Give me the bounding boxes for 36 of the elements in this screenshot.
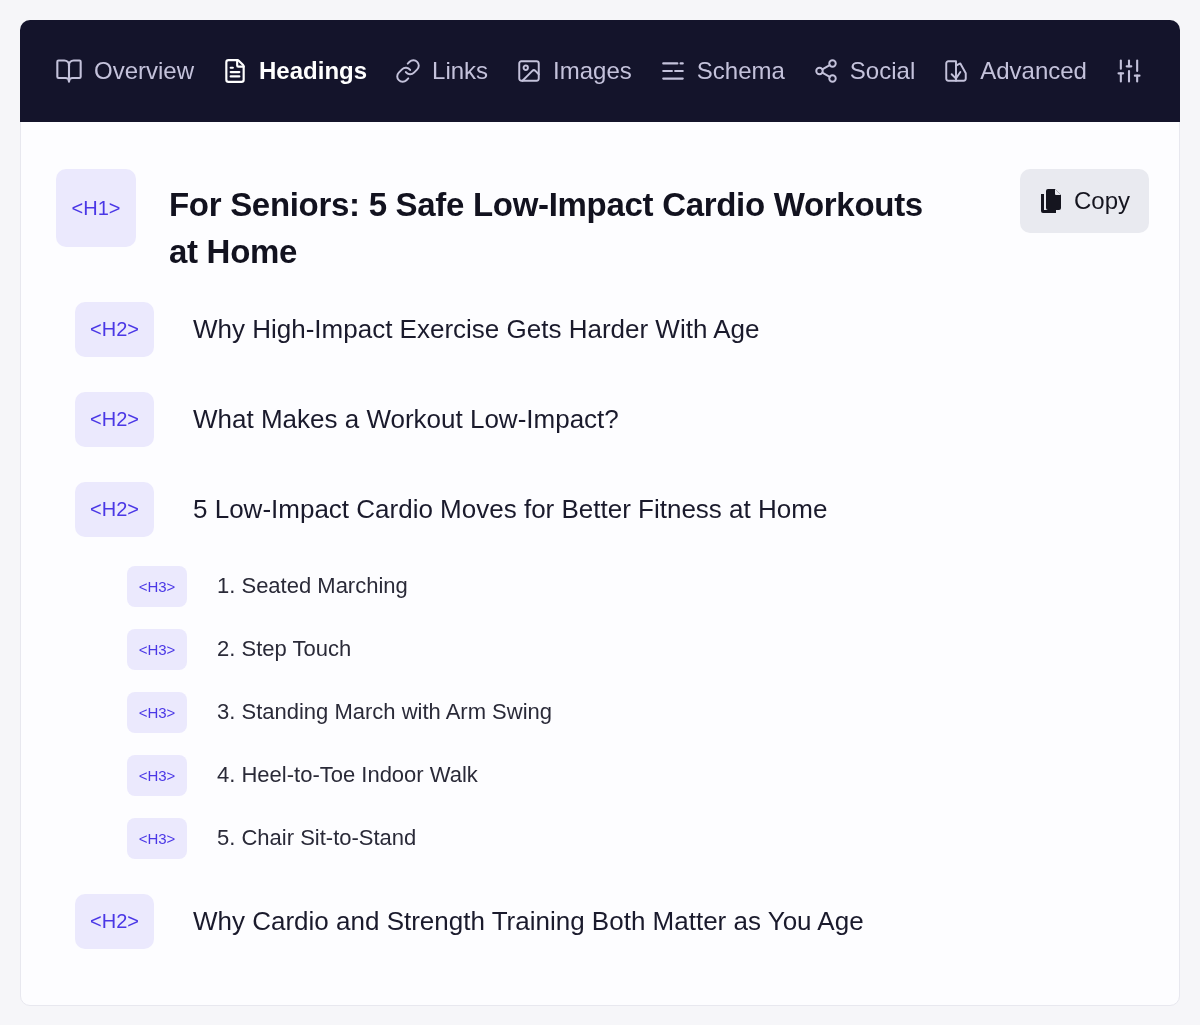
heading-tag: <H3> bbox=[127, 566, 187, 607]
book-icon bbox=[55, 57, 83, 85]
heading-text: For Seniors: 5 Safe Low-Impact Cardio Workouts at Home bbox=[169, 185, 924, 272]
tab[interactable]: Advanced bbox=[943, 53, 1087, 89]
sliders-icon bbox=[1114, 57, 1143, 85]
heading-text: 3. Standing March with Arm Swing bbox=[217, 699, 553, 726]
heading-tag: <H2> bbox=[75, 392, 154, 447]
image-icon bbox=[516, 58, 543, 84]
heading-text: 4. Heel-to-Toe Indoor Walk bbox=[217, 762, 478, 789]
heading-tag: <H3> bbox=[127, 818, 187, 859]
share-icon bbox=[812, 58, 839, 84]
tab[interactable]: Links bbox=[395, 53, 489, 89]
heading-text: Why High-Impact Exercise Gets Harder With Age bbox=[193, 313, 760, 346]
heading-tag: <H3> bbox=[127, 755, 187, 796]
tab[interactable]: Schema bbox=[659, 53, 785, 89]
heading-tag: <H3> bbox=[127, 692, 187, 733]
heading-text: Why Cardio and Strength Training Both Matter as You Age bbox=[193, 905, 864, 938]
documents-icon bbox=[1039, 188, 1062, 214]
heading-tag: <H3> bbox=[127, 629, 187, 670]
heading-text: 2. Step Touch bbox=[217, 636, 352, 663]
heading-text: 1. Seated Marching bbox=[217, 573, 408, 600]
heading-tag: <H2> bbox=[75, 482, 154, 537]
tab[interactable]: Social bbox=[812, 53, 916, 89]
tab[interactable]: Headings bbox=[222, 53, 368, 89]
heading-tag: <H2> bbox=[75, 302, 154, 357]
heading-text: 5 Low-Impact Cardio Moves for Better Fitness at Home bbox=[193, 493, 828, 526]
heading-text: What Makes a Workout Low-Impact? bbox=[193, 403, 619, 436]
sliders-button[interactable] bbox=[1114, 57, 1143, 85]
link-icon bbox=[395, 58, 422, 84]
pages-icon bbox=[943, 58, 970, 84]
heading-tag: <H2> bbox=[75, 894, 154, 949]
heading-text: 5. Chair Sit-to-Stand bbox=[217, 825, 417, 852]
heading-tag: <H1> bbox=[56, 169, 136, 247]
tab[interactable]: Overview bbox=[55, 53, 195, 89]
tab[interactable]: Images bbox=[516, 53, 632, 89]
copy-button[interactable]: Copy bbox=[1019, 169, 1149, 233]
